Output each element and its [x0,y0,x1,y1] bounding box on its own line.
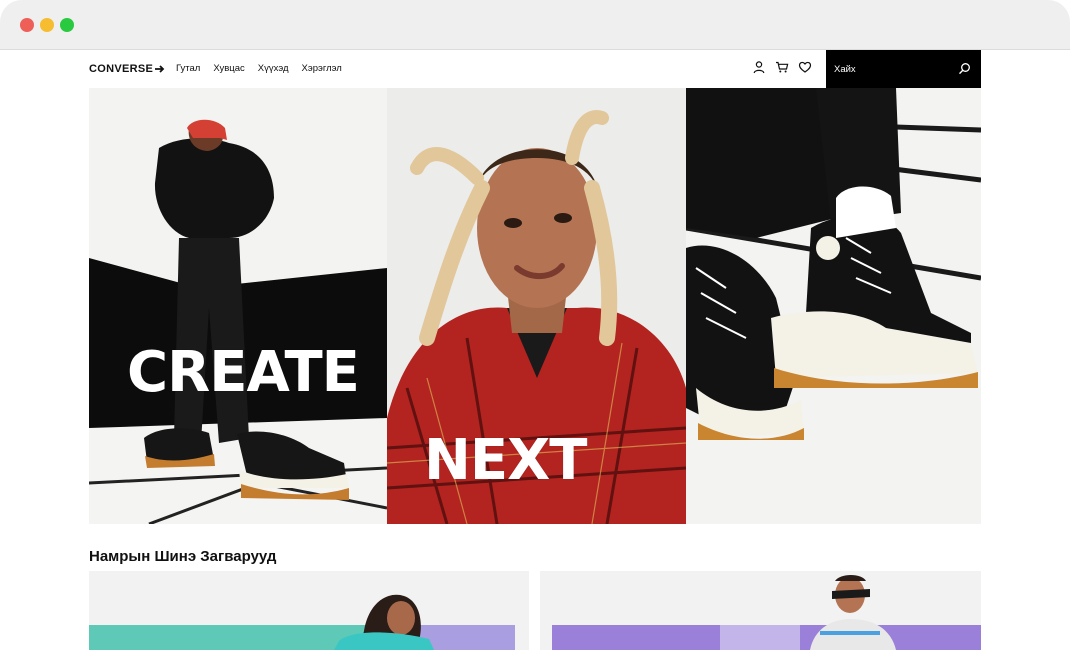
product-card-1[interactable] [89,571,529,650]
product-card-2[interactable] [540,571,981,650]
maximize-window-button[interactable] [60,18,74,32]
search-box [826,50,981,88]
hero-headline-create: CREATE [127,340,360,405]
hero-image-standing-model [89,88,387,524]
wishlist-heart-icon[interactable] [798,60,812,74]
close-window-button[interactable] [20,18,34,32]
main-menu: Гутал Хувцас Хүүхэд Хэрэглэл [176,63,342,74]
account-icon[interactable] [752,60,766,74]
brand-arrow-icon [155,65,165,73]
brand-name: CONVERSE [89,63,154,75]
hero-banner[interactable]: CREATE NEXT [89,88,981,524]
section-title-new-arrivals: Намрын Шинэ Загварууд [89,548,277,565]
cart-icon[interactable] [775,60,789,74]
menu-item-accessories[interactable]: Хэрэглэл [302,63,342,74]
menu-item-kids[interactable]: Хүүхэд [258,63,289,74]
menu-item-clothing[interactable]: Хувцас [213,63,244,74]
header-icons [752,60,812,74]
top-nav: CONVERSE Гутал Хувцас Хүүхэд Хэрэглэл [89,50,981,88]
minimize-window-button[interactable] [40,18,54,32]
browser-window: CONVERSE Гутал Хувцас Хүүхэд Хэрэглэл Ха… [0,0,1070,650]
brand-logo[interactable]: CONVERSE [89,63,165,75]
browser-titlebar [0,0,1070,50]
hero-headline-next: NEXT [424,428,587,493]
page: CONVERSE Гутал Хувцас Хүүхэд Хэрэглэл Ха… [0,50,1070,650]
search-input[interactable] [834,63,954,75]
menu-item-shoes[interactable]: Гутал [176,63,200,74]
hero-image-sneakers [686,88,981,524]
search-icon[interactable] [958,62,971,75]
